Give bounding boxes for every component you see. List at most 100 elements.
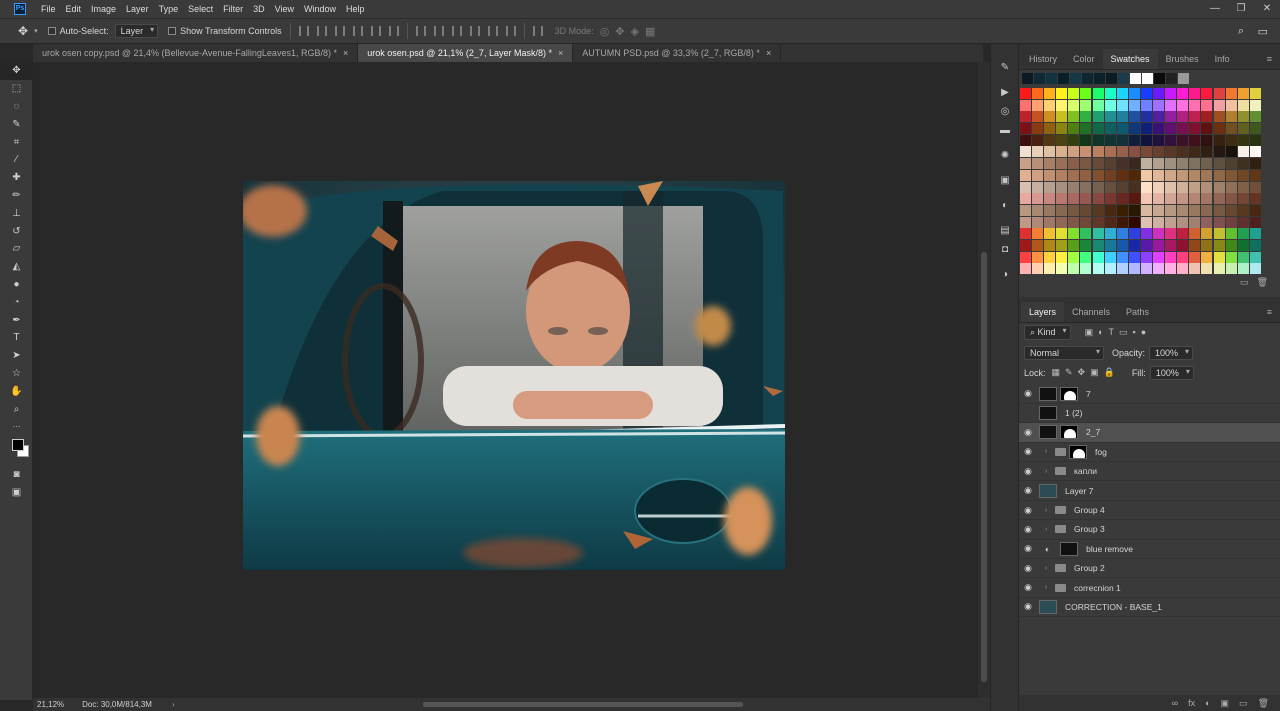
swatch[interactable] — [1032, 158, 1044, 170]
minimize-icon[interactable]: — — [1202, 0, 1228, 18]
swatch[interactable] — [1056, 134, 1068, 146]
swatch[interactable] — [1020, 216, 1031, 228]
swatch[interactable] — [1140, 216, 1152, 228]
paint-bucket-tool-icon[interactable]: ◭ — [0, 258, 33, 276]
swatch[interactable] — [1249, 251, 1261, 263]
swatch[interactable] — [1032, 251, 1044, 263]
swatch[interactable] — [1116, 239, 1128, 251]
swatch[interactable] — [1189, 146, 1201, 158]
show-transform-toggle[interactable]: Show Transform Controls — [168, 26, 282, 36]
shape-tool-icon[interactable]: ☆ — [0, 365, 33, 383]
swatch[interactable] — [1213, 88, 1225, 99]
swatch[interactable] — [1044, 134, 1056, 146]
swatch[interactable] — [1237, 193, 1249, 205]
menu-edit[interactable]: Edit — [61, 0, 87, 18]
visibility-eye-icon[interactable]: ◉ — [1019, 446, 1037, 457]
vertical-scrollbar[interactable] — [978, 62, 990, 698]
swatch[interactable] — [1213, 134, 1225, 146]
swatch[interactable] — [1092, 216, 1104, 228]
swatch[interactable] — [1140, 99, 1152, 111]
layer-mask-thumbnail[interactable] — [1060, 541, 1079, 556]
swatch[interactable] — [1153, 111, 1165, 123]
eraser-tool-icon[interactable]: ▱ — [0, 240, 33, 258]
swatch[interactable] — [1092, 228, 1104, 240]
swatch[interactable] — [1080, 99, 1092, 111]
swatch[interactable] — [1177, 146, 1189, 158]
swatch[interactable] — [1213, 99, 1225, 111]
swatch[interactable] — [1249, 88, 1261, 99]
tab-color[interactable]: Color — [1065, 49, 1103, 69]
layer-row[interactable]: ◉ › капли — [1019, 462, 1280, 482]
swatch[interactable] — [1189, 204, 1201, 216]
layer-mask-thumbnail[interactable] — [1060, 425, 1078, 440]
timeline-icon[interactable]: ▬ — [991, 121, 1019, 140]
swatch[interactable] — [1189, 111, 1201, 123]
swatch[interactable] — [1237, 99, 1249, 111]
more-tools-icon[interactable]: ··· — [0, 418, 33, 436]
expand-arrow-icon[interactable]: › — [1041, 584, 1051, 591]
swatch[interactable] — [1177, 251, 1189, 263]
swatch[interactable] — [1068, 204, 1080, 216]
swatch[interactable] — [1068, 263, 1080, 275]
color-swatches[interactable] — [0, 436, 33, 466]
swatch[interactable] — [1177, 181, 1189, 193]
swatch[interactable] — [1116, 88, 1128, 99]
swatch[interactable] — [1128, 216, 1140, 228]
swatch[interactable] — [1104, 88, 1116, 99]
swatch[interactable] — [1140, 251, 1152, 263]
swatch[interactable] — [1189, 99, 1201, 111]
auto-select-checkbox[interactable] — [47, 27, 56, 35]
expand-arrow-icon[interactable]: › — [1041, 507, 1051, 514]
swatch[interactable] — [1140, 228, 1152, 240]
blend-mode-dropdown[interactable]: Normal — [1024, 345, 1104, 360]
swatch[interactable] — [1165, 111, 1177, 123]
swatch[interactable] — [1056, 216, 1068, 228]
swatch[interactable] — [1237, 239, 1249, 251]
swatch[interactable] — [1189, 134, 1201, 146]
swatch[interactable] — [1116, 146, 1128, 158]
swatch[interactable] — [1201, 181, 1213, 193]
swatch[interactable] — [1068, 123, 1080, 135]
swatch[interactable] — [1249, 99, 1261, 111]
adjustment-layer-icon[interactable]: ▣ — [1221, 698, 1230, 709]
document-image[interactable] — [243, 181, 785, 570]
swatch[interactable] — [1249, 134, 1261, 146]
marquee-tool-icon[interactable]: ⬚ — [0, 80, 33, 98]
swatch[interactable] — [1104, 99, 1116, 111]
swatch[interactable] — [1153, 134, 1165, 146]
distribute-right-icon[interactable] — [505, 26, 516, 36]
swatch[interactable] — [1044, 263, 1056, 275]
trash-icon[interactable]: 🗑 — [1257, 277, 1268, 288]
visibility-eye-icon[interactable]: ◉ — [1019, 427, 1037, 438]
swatch[interactable] — [1020, 228, 1031, 240]
close-icon[interactable]: × — [766, 48, 771, 58]
swatch[interactable] — [1177, 204, 1189, 216]
auto-align-icon[interactable] — [532, 26, 543, 36]
swatch[interactable] — [1140, 111, 1152, 123]
pen-tool-icon[interactable]: ✒ — [0, 311, 33, 329]
swatch[interactable] — [1044, 99, 1056, 111]
swatch[interactable] — [1237, 146, 1249, 158]
swatch[interactable] — [1080, 216, 1092, 228]
visibility-eye-icon[interactable]: ◉ — [1019, 582, 1037, 593]
swatch[interactable] — [1201, 216, 1213, 228]
layer-thumbnail[interactable] — [1039, 425, 1057, 440]
swatch[interactable] — [1104, 216, 1116, 228]
swatch[interactable] — [1140, 123, 1152, 135]
swatch[interactable] — [1020, 263, 1031, 275]
swatch[interactable] — [1046, 73, 1057, 84]
link-layers-icon[interactable]: ∞ — [1172, 698, 1178, 708]
libraries-icon[interactable]: ▣ — [991, 171, 1019, 190]
swatch[interactable] — [1032, 181, 1044, 193]
layer-thumbnail[interactable] — [1039, 386, 1057, 401]
swatch[interactable] — [1092, 99, 1104, 111]
swatch[interactable] — [1166, 73, 1177, 84]
swatch[interactable] — [1213, 158, 1225, 170]
swatch[interactable] — [1153, 204, 1165, 216]
swatch[interactable] — [1080, 88, 1092, 99]
swatch[interactable] — [1092, 204, 1104, 216]
status-menu-chevron-icon[interactable]: › — [172, 700, 175, 709]
swatch[interactable] — [1116, 251, 1128, 263]
swatch[interactable] — [1080, 193, 1092, 205]
swatch[interactable] — [1201, 251, 1213, 263]
